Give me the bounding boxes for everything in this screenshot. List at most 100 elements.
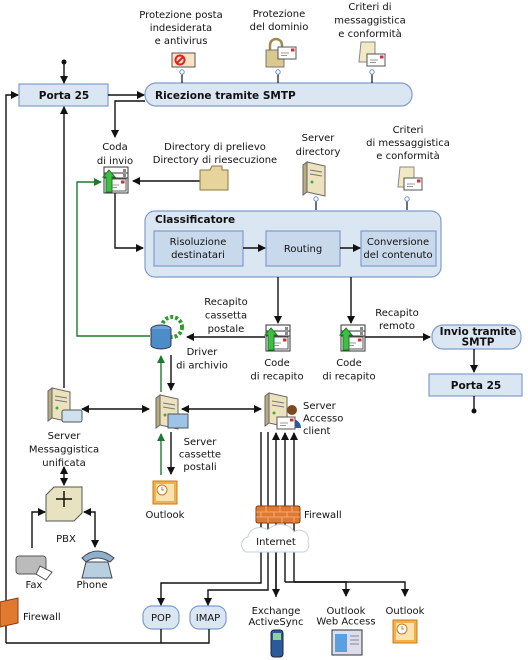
policy-mid-label: Criteri di messaggistica e conformità — [366, 125, 450, 162]
mailbox-server-icon — [155, 394, 189, 430]
delivery-queue-icon — [340, 325, 365, 351]
agent-pin — [369, 69, 375, 84]
label-line: messaggistica — [334, 16, 405, 27]
agent-pin — [313, 196, 319, 211]
smtp-receive-label: Ricezione tramite SMTP — [155, 90, 296, 102]
label-line: destinatari — [171, 250, 225, 261]
label-line: PBX — [56, 534, 76, 545]
outlook-icon — [152, 480, 178, 505]
store-driver-icon — [150, 315, 184, 350]
label-line: Directory di riesecuzione — [153, 155, 277, 166]
mailbox-delivery-label: Recapito cassetta postale — [204, 297, 247, 335]
label-line: del dominio — [250, 22, 309, 33]
label-line: di recapito — [322, 372, 375, 383]
delivery-queue-icon — [265, 325, 290, 351]
label-line: postali — [183, 462, 216, 473]
firewall-right-label: Firewall — [304, 510, 342, 521]
agent-pin — [275, 69, 281, 84]
label-line: postale — [208, 324, 245, 335]
label-line: IMAP — [196, 613, 220, 624]
submission-queue-label: Coda di invio — [97, 142, 133, 167]
label-line: Exchange — [252, 606, 301, 617]
porta25-top-label: Porta 25 — [39, 90, 89, 102]
label-line: cassette — [179, 450, 221, 461]
phone-icon — [81, 550, 115, 579]
delivery-queue-2-label: Code di recapito — [322, 358, 375, 383]
label-line: Protezione — [253, 9, 306, 20]
mailbox-server-label: Server cassette postali — [179, 437, 221, 473]
routing-label: Routing — [284, 244, 322, 255]
label-line: Firewall — [304, 510, 342, 521]
label-line: Messaggistica — [29, 445, 99, 456]
outlook-icon — [392, 619, 418, 644]
label-line: ActiveSync — [248, 617, 303, 628]
label-line: Coda — [102, 142, 128, 153]
outlook-internal-label: Outlook — [146, 510, 185, 521]
label-line: Server — [303, 401, 337, 412]
directory-server-label: Server directory — [296, 133, 341, 158]
label-line: e conformità — [376, 150, 439, 162]
owa-label: Outlook Web Access — [316, 606, 375, 628]
label-line: remoto — [379, 321, 415, 332]
label-line: Porta 25 — [451, 380, 501, 392]
pbx-icon — [45, 486, 83, 522]
porta25-bottom-label: Porta 25 — [451, 380, 501, 392]
label-line: di messaggistica — [366, 138, 450, 149]
label-line: Code — [264, 358, 290, 369]
label-line: Recapito — [204, 297, 247, 308]
owa-browser-icon — [331, 629, 363, 656]
fax-label: Fax — [26, 580, 43, 591]
antispam-label: Protezione posta indesiderata e antivirus — [139, 10, 222, 47]
domain-protection-label: Protezione del dominio — [250, 9, 309, 33]
categorizer-label: Classificatore — [155, 214, 235, 226]
antispam-icon — [171, 52, 196, 68]
firewall-icon — [255, 505, 301, 524]
label-line: Recapito — [375, 308, 418, 319]
label-line: Accesso — [303, 414, 343, 425]
label-line: Risoluzione — [170, 237, 227, 248]
label-line: Directory di prelievo — [164, 142, 266, 153]
label-line: Classificatore — [155, 214, 235, 226]
internet-label: Internet — [256, 537, 296, 548]
label-line: Code — [336, 358, 362, 369]
label-line: Criteri di — [348, 2, 391, 13]
label-line: Server — [48, 431, 82, 442]
activesync-label: Exchange ActiveSync — [248, 606, 303, 628]
label-line: indesiderata — [150, 23, 212, 34]
label-line: Protezione posta — [139, 10, 222, 21]
label-line: e antivirus — [155, 36, 208, 47]
label-line: Phone — [77, 580, 108, 591]
lock-icon — [265, 37, 297, 68]
label-line: di invio — [97, 156, 133, 167]
outlook-external-label: Outlook — [386, 606, 425, 617]
label-line: Outlook — [386, 606, 425, 617]
label-line: directory — [296, 147, 341, 158]
label-line: SMTP — [462, 337, 495, 349]
agent-pin — [179, 69, 185, 84]
label-line: Fax — [26, 580, 43, 591]
folder-icon — [199, 165, 229, 191]
label-line: POP — [151, 613, 171, 624]
label-line: del contenuto — [363, 250, 432, 261]
label-line: Driver — [187, 347, 219, 358]
policy-scroll-icon — [397, 166, 423, 191]
pickup-dirs-label: Directory di prelievo Directory di riesec… — [153, 142, 277, 166]
agent-pin — [404, 196, 410, 211]
imap-label: IMAP — [196, 613, 220, 624]
fax-icon — [15, 555, 53, 581]
directory-server-icon — [302, 161, 326, 197]
firewall-left-label: Firewall — [23, 612, 61, 623]
submission-queue-icon — [103, 167, 128, 193]
label-line: Server — [184, 437, 218, 448]
label-line: Porta 25 — [39, 90, 89, 102]
cas-server-label: Server Accesso client — [303, 401, 343, 437]
label-line: Firewall — [23, 612, 61, 623]
label-line: Ricezione tramite SMTP — [155, 90, 296, 102]
label-line: Web Access — [316, 617, 375, 628]
label-line: Conversione — [367, 237, 429, 248]
policy-top-label: Criteri di messaggistica e conformità — [334, 2, 405, 40]
label-line: Routing — [284, 244, 322, 255]
pbx-label: PBX — [56, 534, 76, 545]
um-server-icon — [47, 387, 83, 423]
exchange-transport-diagram: Porta 25 Ricezione tramite SMTP Protezione… — [0, 2, 523, 658]
